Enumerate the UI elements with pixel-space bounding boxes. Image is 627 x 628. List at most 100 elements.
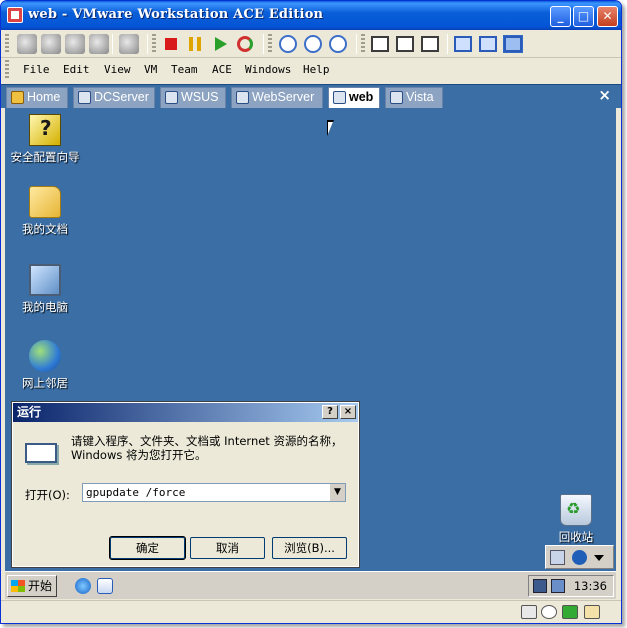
- menu-windows[interactable]: Windows: [245, 63, 291, 76]
- ok-button[interactable]: 确定: [109, 536, 186, 560]
- tab-dcserver[interactable]: DCServer: [73, 87, 155, 108]
- vm-icon: [236, 91, 249, 104]
- snapshot-icon[interactable]: [279, 35, 297, 53]
- usb-device-icon[interactable]: [584, 605, 600, 619]
- toolbar-separator: [112, 34, 113, 54]
- menu-view[interactable]: View: [104, 63, 131, 76]
- quick-switch-icon[interactable]: [421, 36, 439, 52]
- guest-taskbar: 开始 13:36: [5, 571, 616, 599]
- toolbar-separator: [447, 34, 448, 54]
- desktop-icon-my-documents[interactable]: 我的文档: [5, 186, 85, 237]
- tab-label: web: [349, 90, 374, 104]
- suspend-icon[interactable]: [41, 34, 61, 54]
- toolbar-separator: [147, 34, 148, 54]
- vmware-window: web - VMware Workstation ACE Edition _ □…: [0, 0, 622, 624]
- tab-home[interactable]: Home: [6, 87, 68, 108]
- tab-label: WebServer: [252, 90, 315, 104]
- toolbar: [1, 30, 621, 58]
- hard-disk-icon[interactable]: [521, 605, 537, 619]
- maximize-button[interactable]: □: [573, 6, 594, 27]
- desktop-icon-label: 我的文档: [22, 222, 68, 236]
- vm-icon: [390, 91, 403, 104]
- run-description: 请键入程序、文件夹、文档或 Internet 资源的名称，Windows 将为您…: [71, 434, 343, 462]
- tab-web[interactable]: web: [328, 87, 380, 108]
- desktop-icon-my-computer[interactable]: 我的电脑: [5, 264, 85, 315]
- desktop-icon-label: 回收站: [558, 530, 594, 544]
- open-combobox[interactable]: gpupdate /force ▼: [82, 483, 346, 502]
- show-desktop-icon[interactable]: [97, 578, 113, 594]
- recycle-bin-icon: [560, 494, 592, 526]
- tab-webserver[interactable]: WebServer: [231, 87, 323, 108]
- desktop-icon-label: 网上邻居: [22, 376, 68, 390]
- toolbar-grip[interactable]: [361, 34, 365, 54]
- start-button[interactable]: 开始: [7, 575, 57, 597]
- menubar-grip[interactable]: [5, 60, 9, 80]
- keyboard-icon[interactable]: [550, 550, 565, 565]
- vmware-tools-tray-icon[interactable]: [551, 579, 565, 593]
- power-on-icon[interactable]: [65, 34, 85, 54]
- clock: 13:36: [573, 579, 607, 593]
- run-dialog-title-bar[interactable]: 运行 ? ×: [13, 403, 358, 422]
- toolbar-separator: [263, 34, 264, 54]
- browse-button[interactable]: 浏览(B)...: [272, 537, 347, 559]
- menu-help[interactable]: Help: [303, 63, 330, 76]
- tab-label: Home: [27, 90, 61, 104]
- console-view-icon[interactable]: [503, 35, 523, 53]
- vm-icon: [165, 91, 178, 104]
- cancel-button[interactable]: 取消: [190, 537, 265, 559]
- show-console-icon[interactable]: [119, 34, 139, 54]
- desktop-icon-label: 安全配置向导: [10, 150, 80, 164]
- desktop-icon-network-places[interactable]: 网上邻居: [5, 340, 85, 391]
- minimize-button[interactable]: _: [550, 6, 571, 27]
- guest-desktop[interactable]: 安全配置向导 我的文档 我的电脑 网上邻居 回收站 运行 ? × 请键入程序、文: [5, 108, 616, 571]
- desktop-icon-security-wizard[interactable]: 安全配置向导: [5, 114, 85, 165]
- revert-snapshot-icon[interactable]: [304, 35, 322, 53]
- toolbar-grip[interactable]: [152, 34, 156, 54]
- folder-icon: [29, 186, 61, 218]
- menu-edit[interactable]: Edit: [63, 63, 90, 76]
- appliance-view-icon[interactable]: [479, 36, 497, 52]
- reset-vm-icon[interactable]: [89, 34, 109, 54]
- pause-icon[interactable]: [189, 37, 201, 51]
- menu-team[interactable]: Team: [171, 63, 198, 76]
- cd-rom-icon[interactable]: [541, 605, 557, 619]
- stop-icon[interactable]: [165, 38, 177, 50]
- toolbar-grip[interactable]: [268, 34, 272, 54]
- sidebar-view-icon[interactable]: [371, 36, 389, 52]
- tab-vista[interactable]: Vista: [385, 87, 443, 108]
- menu-ace[interactable]: ACE: [212, 63, 232, 76]
- summary-view-icon[interactable]: [454, 36, 472, 52]
- internet-explorer-icon[interactable]: [75, 578, 91, 594]
- network-adapter-icon[interactable]: [562, 605, 578, 619]
- home-icon: [11, 91, 24, 104]
- toolbar-separator: [356, 34, 357, 54]
- play-icon[interactable]: [215, 37, 227, 51]
- windows-flag-icon: [11, 580, 25, 592]
- desktop-icon-recycle-bin[interactable]: 回收站: [536, 494, 616, 545]
- tab-wsus[interactable]: WSUS: [160, 87, 226, 108]
- chevron-down-icon[interactable]: [594, 555, 604, 561]
- computer-icon: [29, 264, 61, 296]
- network-tray-icon[interactable]: [533, 579, 547, 593]
- title-bar[interactable]: web - VMware Workstation ACE Edition _ □…: [1, 1, 621, 30]
- restart-icon[interactable]: [237, 36, 253, 52]
- help-circle-icon[interactable]: [572, 550, 587, 565]
- run-dialog-title: 运行: [17, 405, 42, 419]
- snapshot-manager-icon[interactable]: [329, 35, 347, 53]
- toolbar-grip[interactable]: [5, 34, 9, 54]
- close-button[interactable]: ✕: [597, 6, 618, 27]
- tab-label: DCServer: [94, 90, 149, 104]
- run-close-button[interactable]: ×: [340, 405, 356, 419]
- dropdown-arrow-icon[interactable]: ▼: [329, 484, 345, 501]
- run-dialog: 运行 ? × 请键入程序、文件夹、文档或 Internet 资源的名称，Wind…: [11, 401, 360, 568]
- menu-vm[interactable]: VM: [144, 63, 157, 76]
- open-input[interactable]: gpupdate /force: [86, 486, 185, 499]
- vmware-app-icon[interactable]: [7, 7, 23, 23]
- power-off-icon[interactable]: [17, 34, 37, 54]
- full-screen-icon[interactable]: [396, 36, 414, 52]
- desktop-corner-tools: [545, 545, 614, 569]
- vm-icon: [78, 91, 91, 104]
- help-button[interactable]: ?: [322, 405, 338, 419]
- close-tab-icon[interactable]: ×: [598, 86, 611, 104]
- menu-file[interactable]: File: [23, 63, 50, 76]
